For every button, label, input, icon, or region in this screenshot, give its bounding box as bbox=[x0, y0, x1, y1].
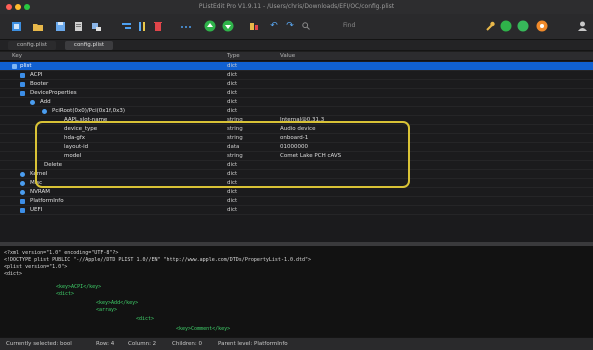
indent-icon[interactable] bbox=[120, 20, 132, 32]
search-icon[interactable] bbox=[302, 20, 310, 32]
tree-row-pciroot[interactable]: PciRoot(0x0)/Pci(0x1f,0x3) dict bbox=[0, 107, 593, 116]
tab-config-plist-1[interactable]: config.plist bbox=[8, 41, 56, 50]
column-header-value[interactable]: Value bbox=[280, 52, 295, 61]
dict-icon bbox=[20, 190, 25, 195]
status-children: Children: 0 bbox=[172, 341, 202, 347]
source-line: <dict> bbox=[56, 291, 75, 297]
redo-icon[interactable]: ↷ bbox=[284, 20, 296, 32]
dict-icon bbox=[30, 100, 35, 105]
app-window: PListEdit Pro V1.9.11 - /Users/chris/Dow… bbox=[0, 0, 593, 350]
tab-bar: config.plist config.plist bbox=[0, 40, 593, 51]
dict-icon bbox=[20, 91, 25, 96]
status-row: Row: 4 bbox=[96, 341, 115, 347]
new-document-icon[interactable] bbox=[10, 20, 22, 32]
tree-row-booter[interactable]: Booter dict bbox=[0, 80, 593, 89]
tree-row-acpi[interactable]: ACPI dict bbox=[0, 71, 593, 80]
status-column: Column: 2 bbox=[128, 341, 157, 347]
move-down-icon[interactable] bbox=[222, 20, 234, 32]
dict-icon bbox=[20, 172, 25, 177]
plist-outline: Key Type Value plist dict ACPI dict Boot… bbox=[0, 52, 593, 242]
highlight-icon[interactable] bbox=[248, 20, 260, 32]
find-field[interactable]: Find bbox=[343, 22, 355, 29]
source-line: <array> bbox=[96, 307, 118, 313]
dict-icon bbox=[20, 208, 25, 213]
dict-icon bbox=[20, 82, 25, 87]
tree-row-add[interactable]: Add dict bbox=[0, 98, 593, 107]
column-header-key[interactable]: Key bbox=[12, 52, 22, 61]
source-line: <key>Comment</key> bbox=[176, 326, 231, 332]
toolbar: ↶ ↷ Find bbox=[0, 14, 593, 40]
source-line: <dict> bbox=[4, 271, 23, 277]
tree-row-platforminfo[interactable]: PlatformInfo dict bbox=[0, 197, 593, 206]
person-icon[interactable] bbox=[576, 20, 588, 32]
green-action-2-icon[interactable] bbox=[517, 20, 529, 32]
source-line: <?xml version="1.0" encoding="UTF-8"?> bbox=[4, 250, 119, 256]
source-line: <key>Add</key> bbox=[96, 300, 139, 306]
status-selected: Currently selected: bool bbox=[6, 341, 72, 347]
tree-row-uefi[interactable]: UEFI dict bbox=[0, 206, 593, 215]
tab-config-plist-2[interactable]: config.plist bbox=[65, 41, 113, 50]
dict-icon bbox=[20, 73, 25, 78]
title-bar: PListEdit Pro V1.9.11 - /Users/chris/Dow… bbox=[0, 0, 593, 14]
move-up-icon[interactable] bbox=[204, 20, 216, 32]
green-action-icon[interactable] bbox=[500, 20, 512, 32]
source-line: <dict> bbox=[136, 316, 155, 322]
xml-source-view[interactable]: <?xml version="1.0" encoding="UTF-8"?> <… bbox=[0, 246, 593, 337]
sort-icon[interactable] bbox=[136, 20, 148, 32]
undo-icon[interactable]: ↶ bbox=[268, 20, 280, 32]
tool-wrench-icon[interactable] bbox=[484, 20, 496, 32]
save-icon[interactable] bbox=[54, 20, 66, 32]
source-line: <key>ACPI</key> bbox=[56, 284, 102, 290]
tree-row-plist[interactable]: plist dict bbox=[0, 62, 593, 71]
trash-icon[interactable] bbox=[152, 20, 164, 32]
tree-row-nvram[interactable]: NVRAM dict bbox=[0, 188, 593, 197]
highlight-annotation bbox=[35, 121, 410, 188]
source-line: <plist version="1.0"> bbox=[4, 264, 68, 270]
orange-action-icon[interactable] bbox=[536, 20, 548, 32]
status-bar: Currently selected: bool Row: 4 Column: … bbox=[0, 337, 593, 350]
window-title: PListEdit Pro V1.9.11 - /Users/chris/Dow… bbox=[198, 3, 395, 10]
more-icon[interactable] bbox=[180, 20, 192, 32]
dict-icon bbox=[20, 181, 25, 186]
open-folder-icon[interactable] bbox=[32, 20, 44, 32]
tree-row-deviceproperties[interactable]: DeviceProperties dict bbox=[0, 89, 593, 98]
document-icon[interactable] bbox=[72, 20, 84, 32]
dict-icon bbox=[42, 109, 47, 114]
column-header-type[interactable]: Type bbox=[227, 52, 240, 61]
status-parent: Parent level: PlatformInfo bbox=[218, 341, 288, 347]
source-line: <!DOCTYPE plist PUBLIC "-//Apple//DTD PL… bbox=[4, 257, 312, 263]
outline-header: Key Type Value bbox=[0, 52, 593, 61]
dict-icon bbox=[12, 64, 17, 69]
tools-icon[interactable] bbox=[90, 20, 102, 32]
dict-icon bbox=[20, 199, 25, 204]
